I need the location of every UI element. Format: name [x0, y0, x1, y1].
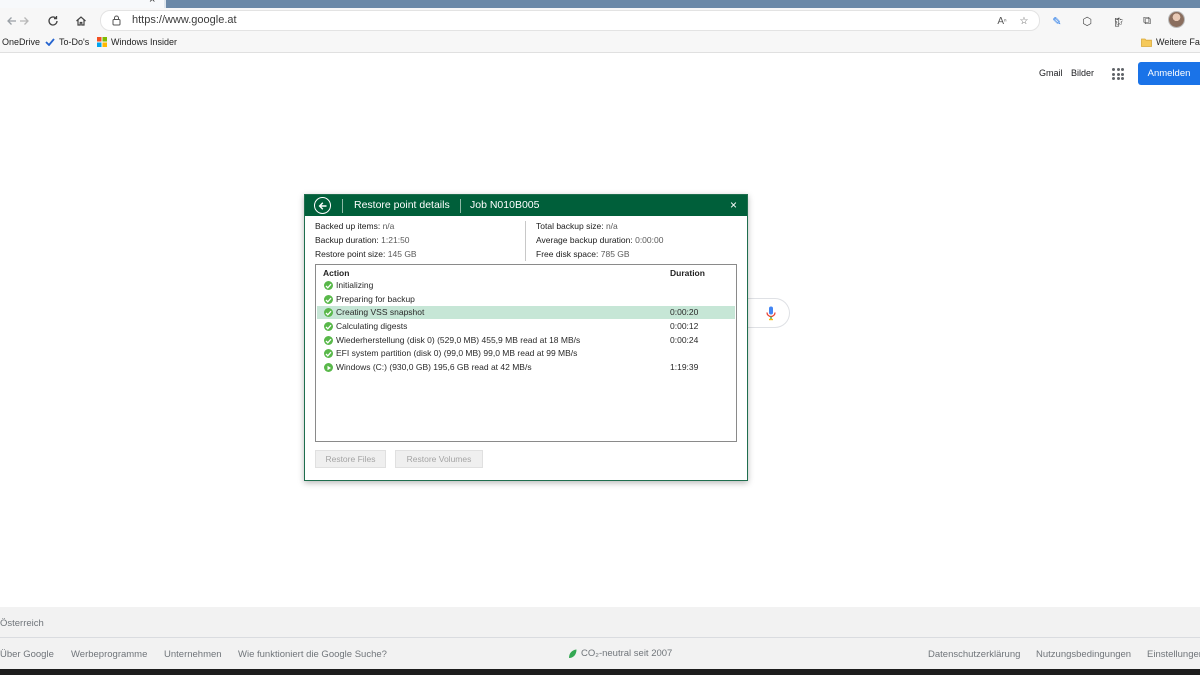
tab-strip-background: [166, 0, 1200, 8]
favorite-todo[interactable]: To-Do's: [45, 37, 89, 47]
column-header-action[interactable]: Action: [323, 268, 349, 278]
browser-toolbar: https://www.google.at Aⁿ ☆ ✎ ⬡ ▯ ✩ ⧉: [0, 8, 1200, 33]
microphone-icon[interactable]: [766, 306, 776, 321]
dialog-close-button[interactable]: ×: [730, 198, 737, 212]
carbon-neutral-note[interactable]: CO₂-neutral seit 2007: [568, 648, 672, 659]
home-icon: [76, 16, 86, 26]
country-label: Österreich: [0, 618, 44, 629]
stat-backed-up-items: Backed up items: n/a: [315, 221, 395, 231]
favorite-onedrive[interactable]: OneDrive: [2, 37, 40, 47]
stat-total-backup-size: Total backup size: n/a: [536, 221, 618, 231]
log-row[interactable]: Initializing: [317, 279, 735, 292]
google-footer: Österreich Über Google Werbeprogramme Un…: [0, 607, 1200, 669]
home-button[interactable]: [71, 11, 91, 31]
stat-average-backup-duration: Average backup duration: 0:00:00: [536, 235, 664, 245]
stat-backup-duration: Backup duration: 1:21:50: [315, 235, 410, 245]
refresh-button[interactable]: [43, 11, 63, 31]
tab-close-button[interactable]: ×: [149, 0, 155, 6]
url-text[interactable]: https://www.google.at: [132, 14, 237, 26]
add-favorite-icon[interactable]: ☆: [1017, 15, 1031, 27]
windows-logo-icon: [97, 37, 107, 47]
action-log-list[interactable]: Action Duration Initializing Preparing f…: [315, 264, 737, 442]
log-row[interactable]: Windows (C:) (930,0 GB) 195,6 GB read at…: [317, 361, 735, 374]
active-tab[interactable]: ×: [0, 0, 164, 8]
lock-icon: [112, 15, 121, 26]
stat-restore-point-size: Restore point size: 145 GB: [315, 249, 417, 259]
back-arrow-icon: [318, 201, 326, 210]
other-favorites-folder[interactable]: Weitere Favo: [1141, 37, 1200, 47]
folder-icon: [1141, 38, 1152, 47]
pen-icon[interactable]: ✎: [1048, 12, 1066, 30]
footer-link-terms[interactable]: Nutzungsbedingungen: [1036, 649, 1131, 660]
log-row[interactable]: EFI system partition (disk 0) (99,0 MB) …: [317, 347, 735, 360]
extensions-icon[interactable]: ⬡: [1078, 12, 1096, 30]
log-row[interactable]: Calculating digests 0:00:12: [317, 320, 735, 333]
stat-free-disk-space: Free disk space: 785 GB: [536, 249, 630, 259]
header-divider: [460, 199, 461, 213]
header-divider: [342, 199, 343, 213]
forward-button[interactable]: [14, 11, 34, 31]
apps-grid-icon[interactable]: [1112, 68, 1124, 80]
footer-link-about[interactable]: Über Google: [0, 649, 54, 660]
log-row[interactable]: Preparing for backup: [317, 293, 735, 306]
tab-strip: ×: [0, 0, 1200, 8]
signin-button[interactable]: Anmelden: [1138, 62, 1200, 85]
job-name: Job N010B005: [470, 199, 540, 211]
footer-link-privacy[interactable]: Datenschutzerklärung: [928, 649, 1020, 660]
gmail-link[interactable]: Gmail: [1039, 68, 1063, 78]
stats-divider: [525, 221, 526, 261]
favorites-bar: OneDrive To-Do's Windows Insider Weitere…: [0, 33, 1200, 53]
success-check-icon: [324, 308, 333, 317]
profile-avatar[interactable]: [1168, 11, 1185, 28]
checkmark-icon: [45, 38, 55, 46]
collections-icon[interactable]: ✩: [1110, 12, 1128, 30]
taskbar: [0, 669, 1200, 675]
refresh-icon: [48, 16, 58, 26]
success-check-icon: [324, 281, 333, 290]
forward-arrow-icon: [20, 17, 29, 25]
running-play-icon: [324, 363, 333, 372]
leaf-icon: [569, 649, 577, 658]
restore-volumes-button[interactable]: Restore Volumes: [395, 450, 483, 468]
footer-country-bar: Österreich: [0, 607, 1200, 638]
footer-link-business[interactable]: Unternehmen: [164, 649, 222, 660]
success-check-icon: [324, 349, 333, 358]
browser-essentials-icon[interactable]: ⧉: [1138, 12, 1156, 30]
success-check-icon: [324, 336, 333, 345]
address-bar[interactable]: https://www.google.at Aⁿ ☆: [100, 10, 1040, 31]
dialog-title: Restore point details: [354, 199, 450, 211]
dialog-header: Restore point details Job N010B005 ×: [305, 195, 747, 216]
log-row[interactable]: Wiederherstellung (disk 0) (529,0 MB) 45…: [317, 334, 735, 347]
dialog-back-button[interactable]: [314, 197, 331, 214]
restore-point-dialog: Restore point details Job N010B005 × Bac…: [304, 194, 748, 481]
footer-link-advertising[interactable]: Werbeprogramme: [71, 649, 147, 660]
favorite-windows-insider[interactable]: Windows Insider: [97, 37, 177, 47]
column-header-duration[interactable]: Duration: [670, 268, 705, 278]
read-aloud-icon[interactable]: Aⁿ: [995, 15, 1009, 27]
footer-link-settings[interactable]: Einstellungen: [1147, 649, 1200, 660]
success-check-icon: [324, 322, 333, 331]
footer-link-how-search-works[interactable]: Wie funktioniert die Google Suche?: [238, 649, 387, 660]
restore-files-button[interactable]: Restore Files: [315, 450, 386, 468]
log-row-selected[interactable]: Creating VSS snapshot 0:00:20: [317, 306, 735, 319]
images-link[interactable]: Bilder: [1071, 68, 1094, 78]
success-check-icon: [324, 295, 333, 304]
